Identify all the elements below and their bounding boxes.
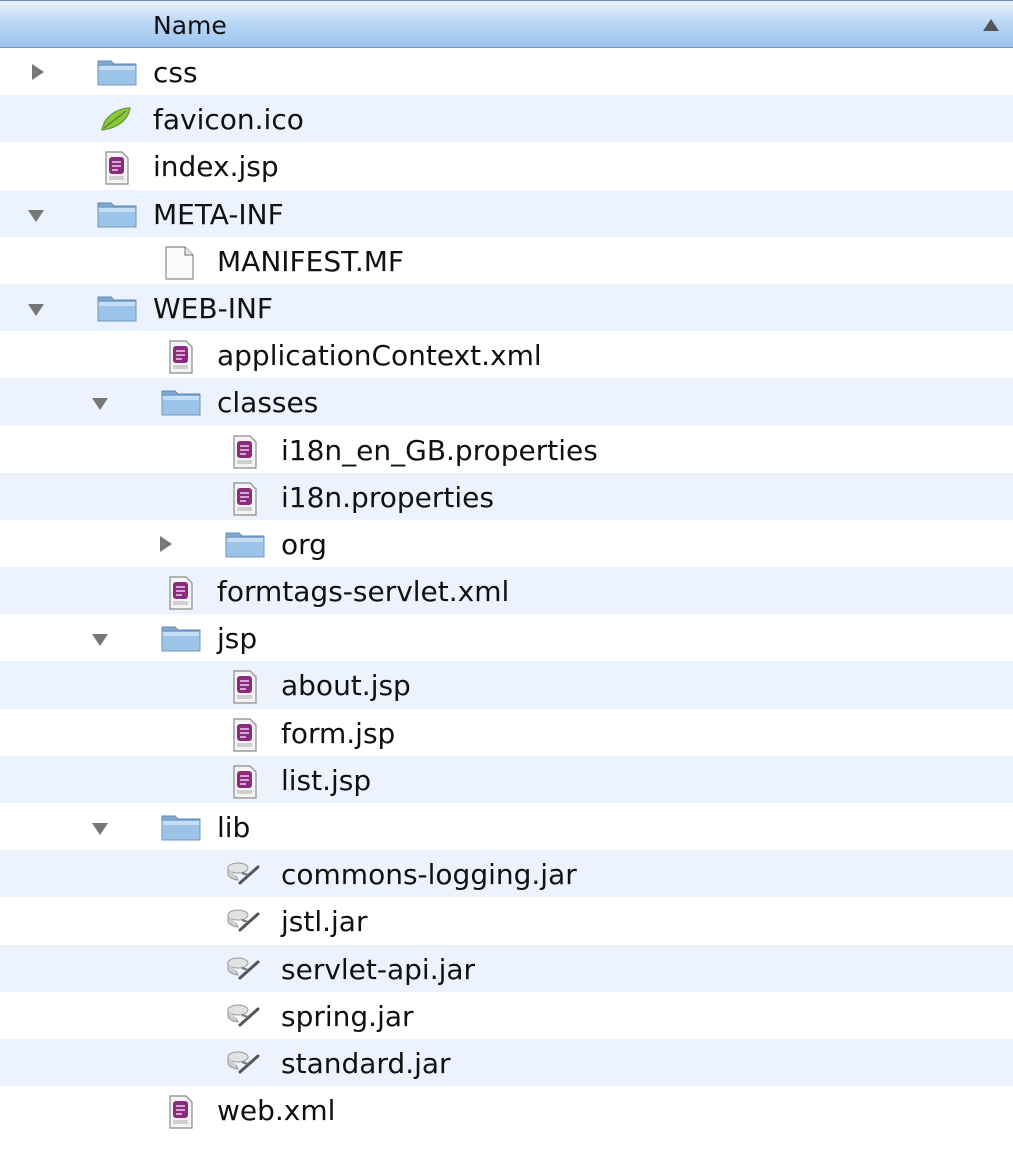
tree-item-label: formtags-servlet.xml xyxy=(217,575,510,609)
disclosure-expanded-icon[interactable] xyxy=(90,614,114,661)
jsp-file-icon xyxy=(224,765,264,799)
folder-icon xyxy=(160,812,201,842)
tree-item-label: css xyxy=(153,56,198,89)
jsp-file-icon xyxy=(96,151,136,185)
tree-row[interactable]: lib xyxy=(0,803,1013,850)
jar-icon xyxy=(224,859,264,889)
tree-item-label: jstl.jar xyxy=(281,905,368,939)
tree-item-label: about.jsp xyxy=(281,669,411,703)
tree-row[interactable]: WEB-INF xyxy=(0,283,1013,332)
folder-icon xyxy=(224,529,265,559)
file-tree: css favicon.ico index.jsp META-INF MANIFEST.… xyxy=(0,48,1013,1133)
tree-item-label: spring.jar xyxy=(281,999,414,1033)
jsp-file-icon xyxy=(224,718,264,752)
tree-row[interactable]: formtags-servlet.xml xyxy=(0,567,1013,615)
tree-row[interactable]: index.jsp xyxy=(0,142,1013,189)
jar-icon xyxy=(224,954,264,984)
java-file-icon xyxy=(224,482,264,516)
tree-row[interactable]: org xyxy=(0,520,1013,567)
tree-item-label: jsp xyxy=(217,622,258,656)
sort-ascending-icon[interactable] xyxy=(983,19,999,31)
tree-row[interactable]: form.jsp xyxy=(0,709,1013,756)
tree-row[interactable]: servlet-api.jar xyxy=(0,944,1013,992)
disclosure-expanded-icon[interactable] xyxy=(26,284,50,331)
tree-row[interactable]: classes xyxy=(0,378,1013,426)
jar-icon xyxy=(224,906,264,936)
tree-row[interactable]: MANIFEST.MF xyxy=(0,237,1013,284)
disclosure-expanded-icon[interactable] xyxy=(90,803,114,850)
tree-item-label: list.jsp xyxy=(281,763,372,797)
folder-icon xyxy=(160,623,201,653)
column-header-name[interactable]: Name xyxy=(0,0,1013,48)
jar-icon xyxy=(224,1001,264,1031)
tree-item-label: commons-logging.jar xyxy=(281,858,577,892)
tree-item-label: META-INF xyxy=(153,197,284,231)
disclosure-collapsed-icon[interactable] xyxy=(26,48,50,95)
tree-row[interactable]: applicationContext.xml xyxy=(0,331,1013,378)
leaf-icon xyxy=(96,104,136,134)
tree-item-label: i18n.properties xyxy=(281,480,494,514)
folder-icon xyxy=(96,293,137,323)
tree-item-label: web.xml xyxy=(217,1094,336,1128)
java-file-icon xyxy=(224,434,264,469)
tree-row[interactable]: list.jsp xyxy=(0,755,1013,803)
xml-file-icon xyxy=(160,1095,200,1129)
tree-row[interactable]: about.jsp xyxy=(0,661,1013,709)
xml-file-icon xyxy=(160,576,200,610)
disclosure-expanded-icon[interactable] xyxy=(26,190,50,237)
tree-row[interactable]: i18n_en_GB.properties xyxy=(0,426,1013,473)
tree-row[interactable]: spring.jar xyxy=(0,992,1013,1039)
tree-row[interactable]: commons-logging.jar xyxy=(0,850,1013,898)
folder-icon xyxy=(96,199,137,229)
jsp-file-icon xyxy=(224,670,264,705)
tree-item-label: lib xyxy=(217,811,251,844)
tree-row[interactable]: favicon.ico xyxy=(0,95,1013,143)
tree-item-label: applicationContext.xml xyxy=(217,339,542,373)
tree-item-label: classes xyxy=(217,386,319,420)
tree-row[interactable]: css xyxy=(0,48,1013,95)
tree-item-label: index.jsp xyxy=(153,150,279,184)
column-header-label: Name xyxy=(153,11,227,40)
tree-item-label: i18n_en_GB.properties xyxy=(281,433,598,467)
document-icon xyxy=(160,246,200,280)
tree-row[interactable]: web.xml xyxy=(0,1086,1013,1133)
file-browser: Name css favicon.ico index.jsp META-INF MANI… xyxy=(0,0,1013,1162)
tree-row[interactable]: jstl.jar xyxy=(0,897,1013,944)
disclosure-expanded-icon[interactable] xyxy=(90,378,114,425)
tree-item-label: favicon.ico xyxy=(153,103,304,137)
tree-item-label: MANIFEST.MF xyxy=(217,244,405,278)
tree-item-label: org xyxy=(281,527,327,561)
tree-row[interactable]: jsp xyxy=(0,614,1013,661)
jar-icon xyxy=(224,1048,264,1078)
tree-row[interactable]: standard.jar xyxy=(0,1038,1013,1087)
folder-icon xyxy=(96,57,137,87)
tree-row[interactable]: META-INF xyxy=(0,189,1013,237)
tree-item-label: form.jsp xyxy=(281,716,396,750)
tree-item-label: standard.jar xyxy=(281,1046,451,1080)
tree-item-label: servlet-api.jar xyxy=(281,952,476,986)
tree-item-label: WEB-INF xyxy=(153,291,273,325)
disclosure-collapsed-icon[interactable] xyxy=(154,520,178,567)
tree-row[interactable]: i18n.properties xyxy=(0,472,1013,520)
folder-icon xyxy=(160,387,201,417)
xml-file-icon xyxy=(160,340,200,374)
